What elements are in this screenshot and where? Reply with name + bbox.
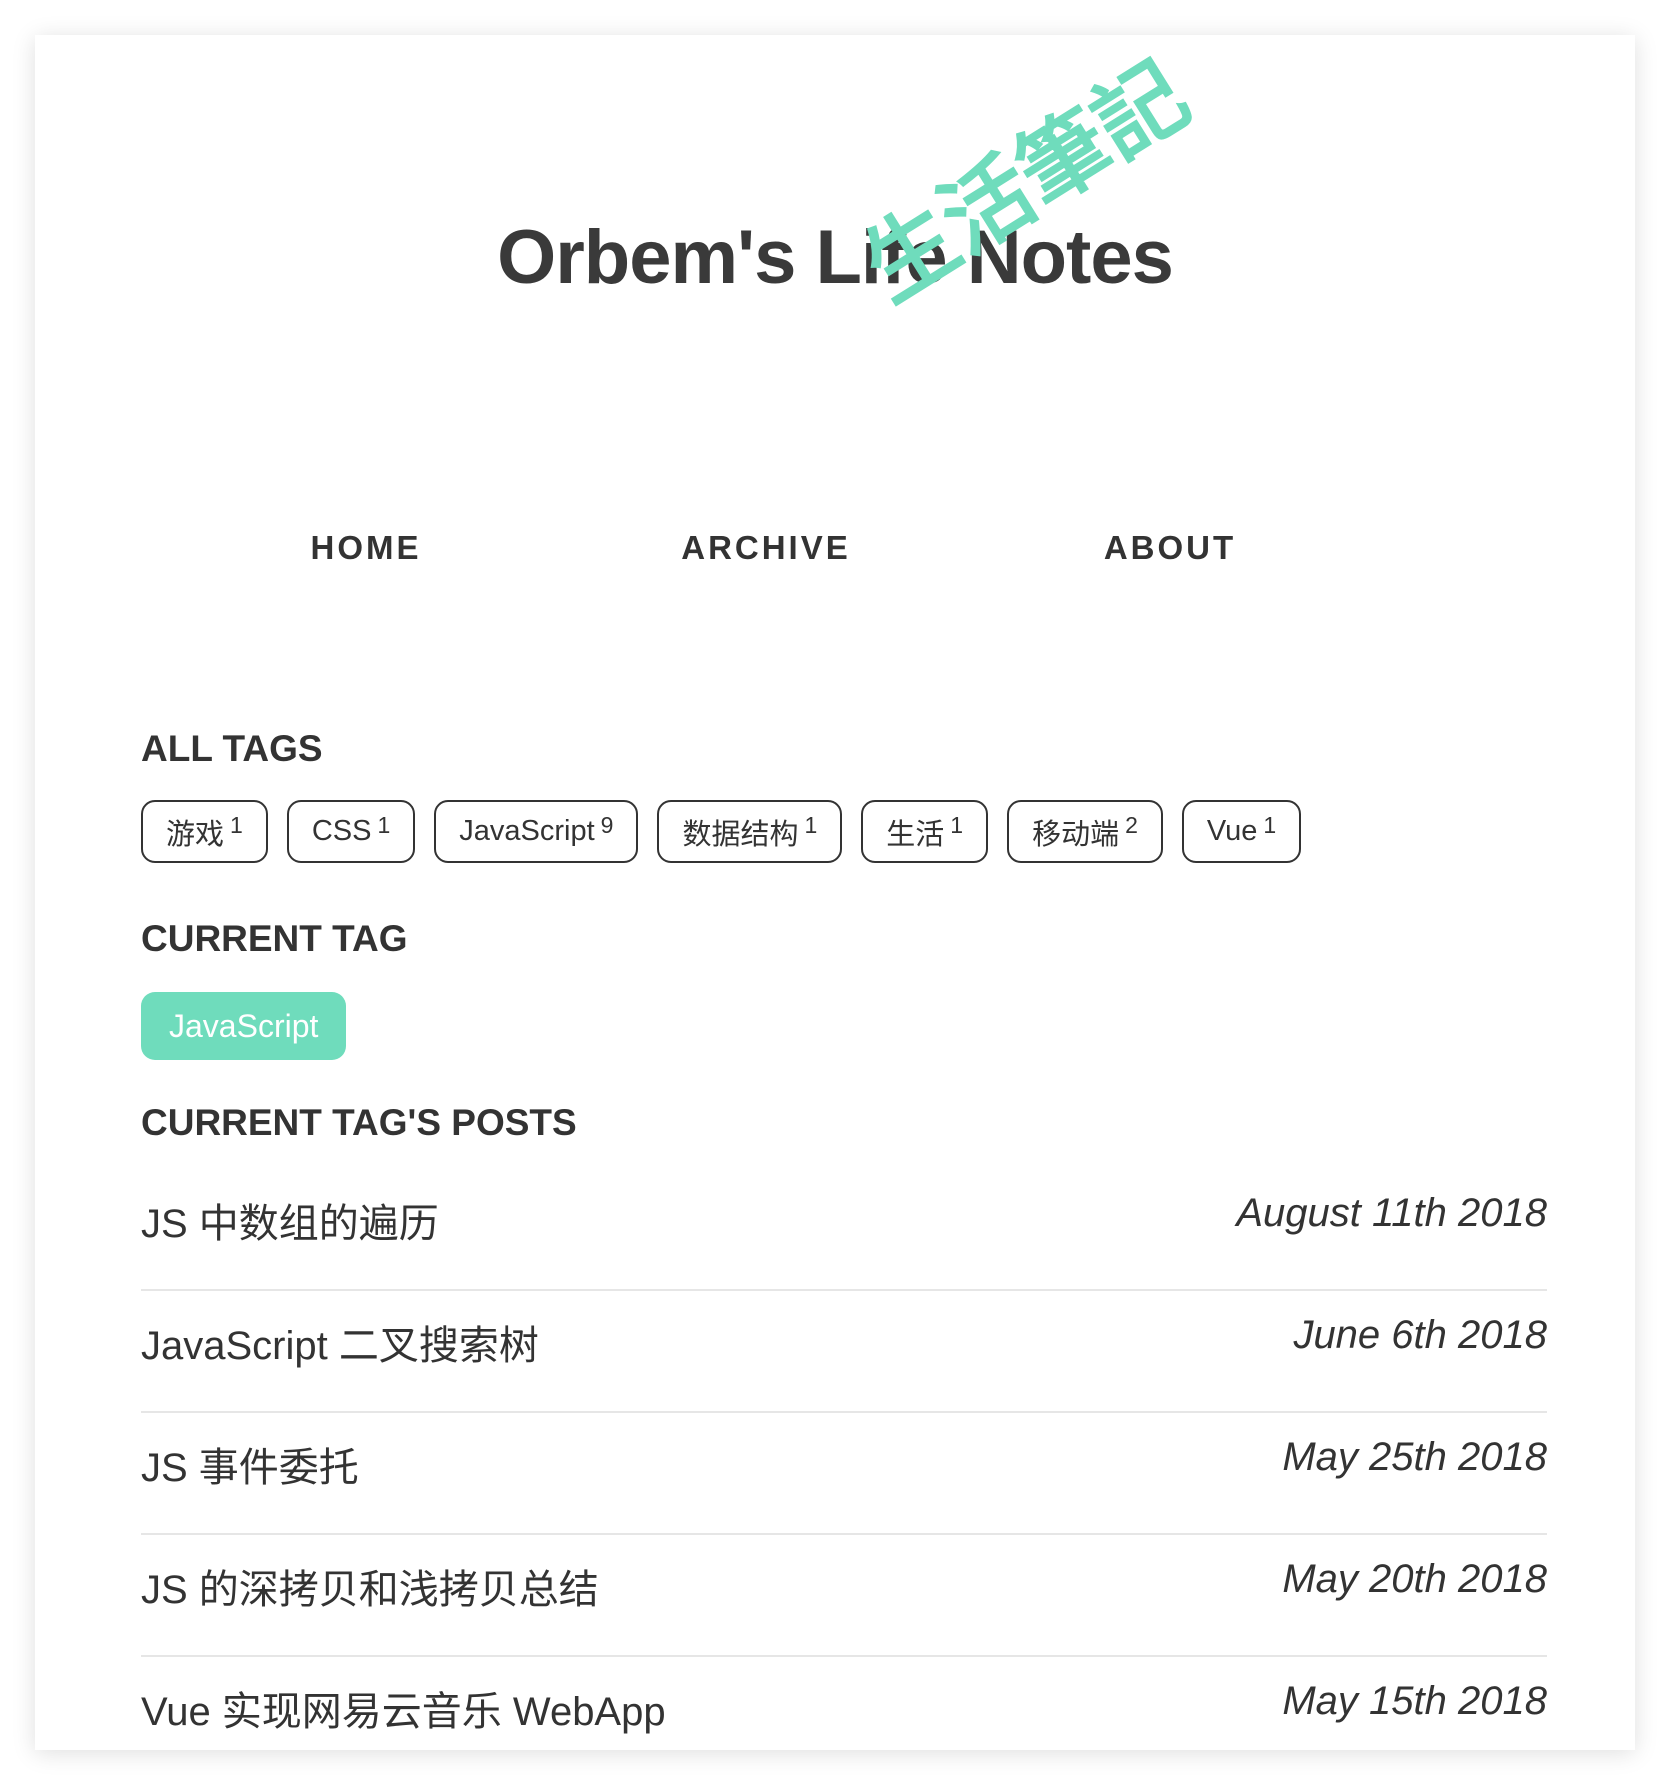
nav-archive-link[interactable]: ARCHIVE	[681, 529, 851, 567]
tag-item[interactable]: Vue 1	[1181, 800, 1302, 863]
tag-count: 1	[377, 812, 391, 838]
nav-about-link[interactable]: ABOUT	[1104, 529, 1236, 567]
tag-list: 游戏 1 CSS 1 JavaScript 9 数据结构 1 生活 1 移动端 2 Vue 1	[141, 800, 1302, 863]
post-title-link[interactable]: Vue 实现网易云音乐 WebApp	[141, 1679, 666, 1737]
post-list: JS 中数组的遍历 August 11th 2018 JavaScript 二叉…	[141, 1169, 1547, 1750]
post-title-link[interactable]: JS 中数组的遍历	[141, 1191, 439, 1249]
post-row: Vue 实现网易云音乐 WebApp May 15th 2018	[141, 1657, 1547, 1750]
tag-count: 2	[1125, 812, 1138, 838]
post-date: May 25th 2018	[1282, 1435, 1547, 1479]
post-title-link[interactable]: JS 事件委托	[141, 1435, 359, 1493]
tag-name: 数据结构	[682, 818, 799, 851]
site-title[interactable]: Orbem's Life Notes	[35, 220, 1635, 296]
all-tags-heading: ALL TAGS	[141, 728, 323, 769]
tag-count: 1	[950, 812, 964, 838]
post-row: JavaScript 二叉搜索树 June 6th 2018	[141, 1291, 1547, 1413]
post-row: JS 中数组的遍历 August 11th 2018	[141, 1169, 1547, 1291]
page-card: Orbem's Life Notes 生活筆記 HOME ARCHIVE ABO…	[35, 35, 1635, 1750]
post-date: June 6th 2018	[1293, 1313, 1547, 1357]
nav-home-link[interactable]: HOME	[311, 529, 422, 567]
tag-item[interactable]: 生活 1	[861, 800, 989, 863]
main-nav: HOME ARCHIVE ABOUT	[35, 529, 1635, 569]
site-header: Orbem's Life Notes 生活筆記	[35, 35, 1635, 455]
current-tag-badge[interactable]: JavaScript	[141, 992, 347, 1060]
tag-name: 游戏	[166, 818, 225, 851]
tag-item[interactable]: JavaScript 9	[434, 800, 639, 863]
tag-item[interactable]: 数据结构 1	[657, 800, 843, 863]
current-tag-heading: CURRENT TAG	[141, 918, 408, 959]
tag-name: 生活	[886, 818, 945, 851]
tag-item[interactable]: CSS 1	[286, 800, 416, 863]
post-date: May 20th 2018	[1282, 1557, 1547, 1601]
post-row: JS 的深拷贝和浅拷贝总结 May 20th 2018	[141, 1535, 1547, 1657]
tag-item[interactable]: 移动端 2	[1007, 800, 1163, 863]
tag-name: CSS	[311, 815, 372, 847]
tag-count: 1	[1263, 812, 1277, 838]
post-title-link[interactable]: JavaScript 二叉搜索树	[141, 1313, 539, 1371]
posts-heading: CURRENT TAG'S POSTS	[141, 1102, 577, 1143]
post-title-link[interactable]: JS 的深拷贝和浅拷贝总结	[141, 1557, 599, 1615]
post-date: August 11th 2018	[1236, 1191, 1547, 1235]
post-row: JS 事件委托 May 25th 2018	[141, 1413, 1547, 1535]
tag-name: Vue	[1206, 815, 1258, 847]
post-date: May 15th 2018	[1282, 1679, 1547, 1723]
tag-count: 1	[804, 812, 818, 838]
tag-name: 移动端	[1032, 818, 1120, 851]
tag-count: 9	[600, 812, 614, 838]
tag-item[interactable]: 游戏 1	[141, 800, 268, 863]
tag-count: 1	[230, 812, 243, 838]
tag-name: JavaScript	[459, 815, 595, 847]
